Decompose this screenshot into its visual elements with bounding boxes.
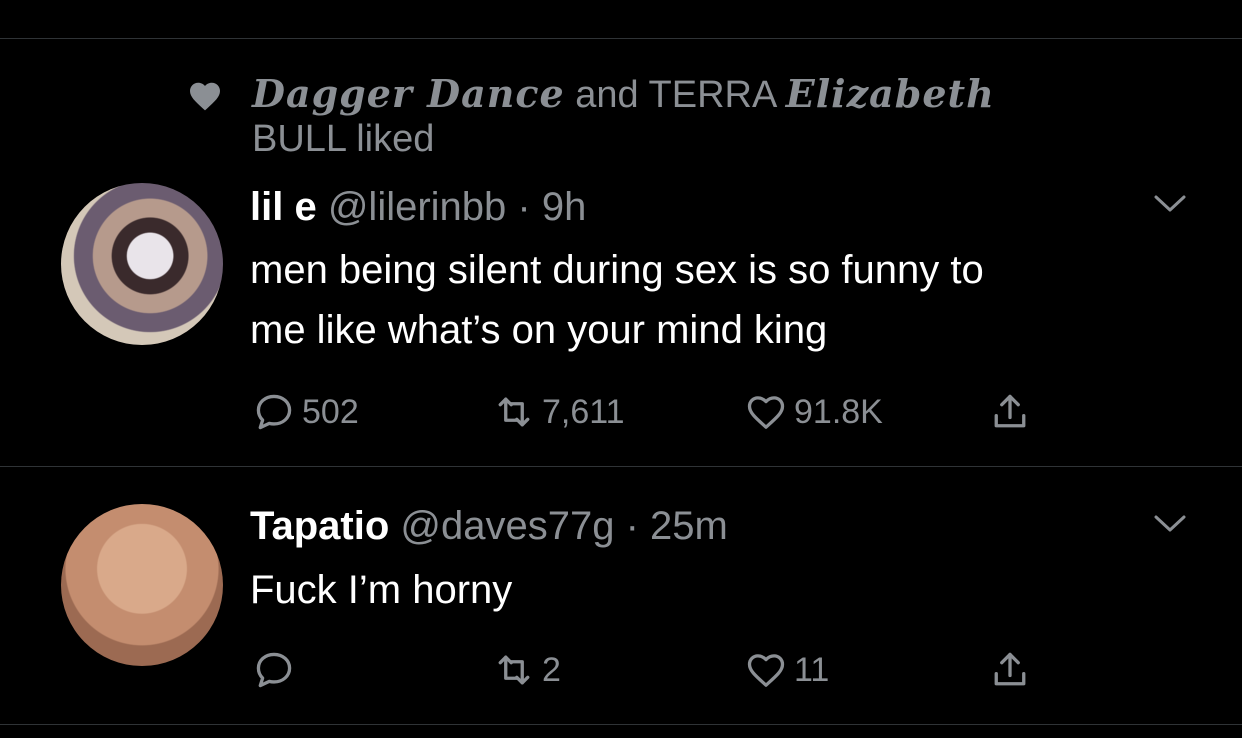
share-button[interactable] (988, 646, 1032, 694)
avatar[interactable] (61, 183, 223, 345)
liker-name-2[interactable]: Elizabeth (786, 71, 995, 116)
like-count: 91.8K (794, 392, 883, 431)
reply-icon (256, 394, 292, 430)
reply-count: 502 (302, 392, 359, 431)
top-divider (0, 38, 1242, 39)
tweet-text-line-1: men being silent during sex is so funny … (250, 248, 984, 292)
reply-icon (256, 652, 292, 688)
tweet-text-line-2: me like what’s on your mind king (250, 308, 828, 352)
share-icon (994, 652, 1026, 686)
retweet-icon (498, 655, 530, 685)
handle[interactable]: @daves77g (400, 504, 614, 548)
chevron-down-icon[interactable] (1150, 512, 1190, 536)
bottom-divider (0, 724, 1242, 725)
retweet-button[interactable]: 7,611 (492, 388, 625, 436)
retweet-count: 7,611 (542, 392, 625, 431)
heart-icon (190, 82, 220, 111)
retweet-button[interactable]: 2 (492, 646, 561, 694)
timestamp[interactable]: · 9h (517, 185, 586, 229)
retweet-icon (498, 397, 530, 427)
heart-outline-icon (747, 396, 785, 429)
tweet-text: Fuck I’m horny (250, 560, 1210, 620)
tweet-divider (0, 466, 1242, 467)
handle[interactable]: @lilerinbb (328, 185, 506, 229)
reply-button[interactable] (252, 646, 302, 694)
social-context-text: Dagger Dance and TERRA Elizabeth BULL li… (252, 72, 1072, 161)
liker-connector: and TERRA (575, 74, 776, 116)
share-button[interactable] (988, 388, 1032, 436)
timestamp[interactable]: · 25m (626, 504, 728, 548)
display-name[interactable]: Tapatio (250, 504, 389, 548)
display-name[interactable]: lil e (250, 185, 317, 229)
tweet-text-line-1: Fuck I’m horny (250, 568, 513, 612)
like-count: 11 (794, 650, 830, 689)
tweet-header: lil e @lilerinbb · 9h (250, 183, 586, 231)
reply-button[interactable]: 502 (252, 388, 359, 436)
chevron-down-icon[interactable] (1150, 192, 1190, 216)
liked-suffix: BULL liked (252, 118, 435, 160)
tweet-text: men being silent during sex is so funny … (250, 240, 1210, 360)
avatar[interactable] (61, 504, 223, 666)
like-button[interactable]: 11 (744, 646, 829, 694)
share-icon (994, 394, 1026, 428)
retweet-count: 2 (542, 650, 561, 689)
liker-name-1[interactable]: Dagger Dance (252, 71, 565, 116)
like-button[interactable]: 91.8K (744, 388, 883, 436)
tweet-header: Tapatio @daves77g · 25m (250, 502, 728, 550)
heart-outline-icon (747, 654, 785, 687)
